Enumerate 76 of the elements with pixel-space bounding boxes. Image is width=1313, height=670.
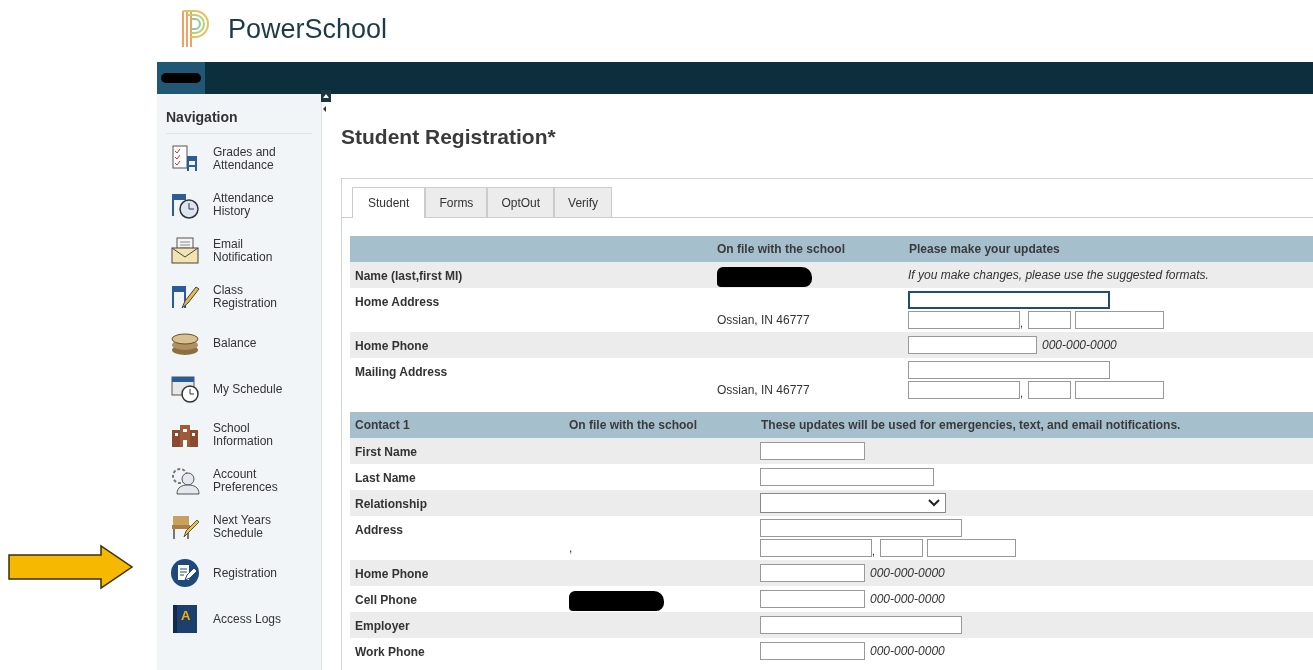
text-field[interactable] xyxy=(760,564,865,582)
book-icon xyxy=(170,604,200,634)
nav-item[interactable]: My Schedule xyxy=(166,366,312,412)
text-field[interactable] xyxy=(880,539,923,557)
nav-item[interactable]: Account Preferences xyxy=(166,458,312,504)
tab[interactable]: Forms xyxy=(425,187,488,217)
field-label: Last Name xyxy=(354,470,417,487)
user-gear-icon xyxy=(170,466,200,496)
navigation-heading: Navigation xyxy=(166,109,312,134)
field-label: Home Phone xyxy=(354,338,430,355)
chevron-icon xyxy=(928,499,940,507)
text-field[interactable] xyxy=(908,336,1037,354)
column-header: On file with the school xyxy=(716,242,846,256)
text-field[interactable] xyxy=(760,616,962,634)
table-cell-text: Ossian, IN 46777 xyxy=(717,313,811,327)
tab[interactable]: Student xyxy=(352,187,426,218)
separator-text: , xyxy=(872,546,875,557)
field-label: Cell Phone xyxy=(354,592,418,609)
text-field[interactable] xyxy=(760,442,865,460)
table-cell-text: Ossian, IN 46777 xyxy=(717,383,811,397)
field-label: Mailing Address xyxy=(354,364,449,381)
nav-item[interactable]: Email Notification xyxy=(166,228,312,274)
field-label: Employer xyxy=(354,618,411,635)
envelope-icon xyxy=(170,236,200,266)
page-title: Student Registration* xyxy=(341,124,557,150)
collapse-toggle-icon xyxy=(321,90,331,114)
column-header: Contact 1 xyxy=(354,418,411,432)
field-label: Address xyxy=(354,522,405,539)
field-label: Work Phone xyxy=(354,644,426,661)
text-field[interactable] xyxy=(908,361,1110,379)
text-field[interactable] xyxy=(908,311,1020,329)
format-hint: 000-000-0000 xyxy=(1042,338,1117,352)
dropdown[interactable] xyxy=(760,493,946,513)
format-hint: 000-000-0000 xyxy=(870,592,945,606)
nav-item[interactable]: A Access Logs xyxy=(166,596,312,642)
column-header: Please make your updates xyxy=(908,242,1061,256)
hint-text: If you make changes, please use the suggested formats. xyxy=(908,268,1210,282)
text-field[interactable] xyxy=(760,642,865,660)
text-field[interactable] xyxy=(908,381,1020,399)
text-field[interactable] xyxy=(927,539,1016,557)
separator-text: , xyxy=(1020,388,1023,399)
nav-item[interactable]: Grades and Attendance xyxy=(166,136,312,182)
text-field[interactable] xyxy=(760,468,934,486)
nav-item[interactable]: Next Years Schedule xyxy=(166,504,312,550)
text-field[interactable] xyxy=(1028,311,1071,329)
logo-icon xyxy=(180,9,210,49)
nav-item[interactable]: Balance xyxy=(166,320,312,366)
text-field[interactable] xyxy=(1028,381,1071,399)
separator-text: , xyxy=(1020,318,1023,329)
logo-text: PowerSchool xyxy=(228,13,388,45)
field-label: Home Address xyxy=(354,294,441,311)
text-field[interactable] xyxy=(760,539,872,557)
field-label: Relationship xyxy=(354,496,428,513)
text-field[interactable] xyxy=(760,590,865,608)
nav-item[interactable]: School Information xyxy=(166,412,312,458)
field-label: Name (last,first MI) xyxy=(354,268,464,285)
format-hint: 000-000-0000 xyxy=(870,644,945,658)
format-hint: 000-000-0000 xyxy=(870,566,945,580)
calendar-icon xyxy=(170,374,200,404)
tab[interactable]: Verify xyxy=(554,187,613,217)
user-menu[interactable] xyxy=(157,62,205,94)
field-label: First Name xyxy=(354,444,419,461)
text-field[interactable] xyxy=(1075,311,1164,329)
text-field[interactable] xyxy=(1075,381,1164,399)
nav-item[interactable]: Attendance History xyxy=(166,182,312,228)
text-field[interactable] xyxy=(908,291,1110,309)
column-header: These updates will be used for emergencies, text, and email notifications. xyxy=(760,418,1182,432)
edit-icon xyxy=(170,558,200,588)
text-field[interactable] xyxy=(760,519,962,537)
nav-item[interactable]: Registration xyxy=(166,550,312,596)
field-label: Home Phone xyxy=(354,566,430,583)
checklist-icon xyxy=(170,144,200,174)
tab[interactable]: OptOut xyxy=(487,187,555,217)
column-header: On file with the school xyxy=(568,418,698,432)
table-cell-text: , xyxy=(569,541,574,555)
nav-item[interactable]: Class Registration xyxy=(166,274,312,320)
